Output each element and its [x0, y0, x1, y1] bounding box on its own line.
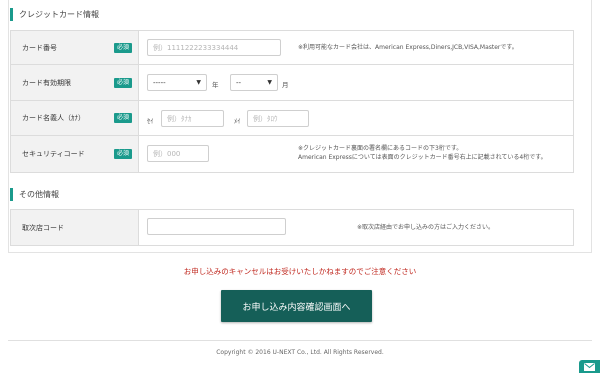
- holder-value-cell: ｾｲ 例）ﾀﾅｶ ﾒｲ 例）ﾀﾛｳ: [139, 101, 573, 135]
- security-note-line2: American Expressについては表面のクレジットカード番号右上に記載さ…: [298, 154, 547, 161]
- year-unit: 年: [212, 81, 219, 89]
- credit-card-table: カード番号 必須 例）1111222233334444 ※利用可能なカード会社は…: [10, 30, 574, 173]
- agency-code-row: 取次店コード ※取次店経由でお申し込みの方はご入力ください。: [11, 210, 573, 245]
- required-badge: 必須: [113, 77, 132, 88]
- expiry-month-select[interactable]: -- ▼: [230, 74, 278, 91]
- security-row: セキュリティコード 必須 例）000 ※クレジットカード裏面の署名欄にあるコード…: [11, 136, 573, 172]
- card-number-label-cell: カード番号 必須: [11, 31, 139, 64]
- card-number-label: カード番号: [22, 43, 57, 52]
- expiry-year-select[interactable]: ----- ▼: [147, 74, 207, 91]
- expiry-year-value: -----: [153, 78, 166, 87]
- other-section-title: その他情報: [19, 190, 59, 199]
- card-number-input[interactable]: 例）1111222233334444: [147, 39, 281, 56]
- credit-section-header: クレジットカード情報: [10, 8, 99, 21]
- section-accent-bar: [10, 188, 13, 201]
- expiry-month-value: --: [236, 78, 242, 87]
- security-code-input[interactable]: 例）000: [147, 145, 209, 162]
- card-number-note: ※利用可能なカード会社は、American Express,Diners,JCB…: [298, 44, 518, 51]
- chevron-down-icon: ▼: [196, 79, 201, 86]
- mail-icon: [584, 362, 595, 371]
- expiry-label: カード有効期限: [22, 78, 71, 87]
- sei-label: ｾｲ: [147, 117, 154, 125]
- footer-divider: [8, 340, 592, 341]
- security-value-cell: 例）000 ※クレジットカード裏面の署名欄にあるコードの下3桁です。 Ameri…: [139, 136, 573, 172]
- agency-code-value-cell: ※取次店経由でお申し込みの方はご入力ください。: [139, 210, 573, 245]
- agency-code-label: 取次店コード: [22, 223, 64, 232]
- expiry-label-cell: カード有効期限 必須: [11, 65, 139, 100]
- holder-label: カード名義人（ｶﾅ）: [22, 114, 85, 122]
- other-info-table: 取次店コード ※取次店経由でお申し込みの方はご入力ください。: [10, 209, 574, 246]
- mei-label: ﾒｲ: [234, 117, 241, 125]
- copyright: Copyright © 2016 U-NEXT Co., Ltd. All Ri…: [216, 349, 384, 356]
- security-label-cell: セキュリティコード 必須: [11, 136, 139, 172]
- agency-code-input[interactable]: [147, 218, 286, 235]
- card-number-row: カード番号 必須 例）1111222233334444 ※利用可能なカード会社は…: [11, 31, 573, 65]
- credit-section-title: クレジットカード情報: [19, 10, 99, 19]
- expiry-row: カード有効期限 必須 ----- ▼ 年 -- ▼ 月: [11, 65, 573, 101]
- section-accent-bar: [10, 8, 13, 21]
- required-badge: 必須: [113, 113, 132, 123]
- agency-code-note: ※取次店経由でお申し込みの方はご入力ください。: [357, 224, 495, 231]
- holder-row: カード名義人（ｶﾅ） 必須 ｾｲ 例）ﾀﾅｶ ﾒｲ 例）ﾀﾛｳ: [11, 101, 573, 136]
- required-badge: 必須: [113, 149, 132, 159]
- cancellation-warning: お申し込みのキャンセルはお受けいたしかねますのでご注意ください: [183, 267, 417, 276]
- mail-button[interactable]: [579, 360, 600, 373]
- security-note-line1: ※クレジットカード裏面の署名欄にあるコードの下3桁です。: [298, 145, 463, 152]
- sei-input[interactable]: 例）ﾀﾅｶ: [161, 110, 224, 127]
- confirm-application-button[interactable]: お申し込み内容確認画面へ: [221, 290, 372, 322]
- expiry-value-cell: ----- ▼ 年 -- ▼ 月: [139, 65, 573, 100]
- holder-label-cell: カード名義人（ｶﾅ） 必須: [11, 101, 139, 135]
- mei-input[interactable]: 例）ﾀﾛｳ: [247, 110, 309, 127]
- required-badge: 必須: [113, 42, 132, 53]
- agency-code-label-cell: 取次店コード: [11, 210, 139, 245]
- security-label: セキュリティコード: [22, 150, 85, 158]
- month-unit: 月: [282, 81, 289, 89]
- chevron-down-icon: ▼: [267, 79, 272, 86]
- other-section-header: その他情報: [10, 188, 59, 201]
- card-number-value-cell: 例）1111222233334444 ※利用可能なカード会社は、American…: [139, 31, 573, 64]
